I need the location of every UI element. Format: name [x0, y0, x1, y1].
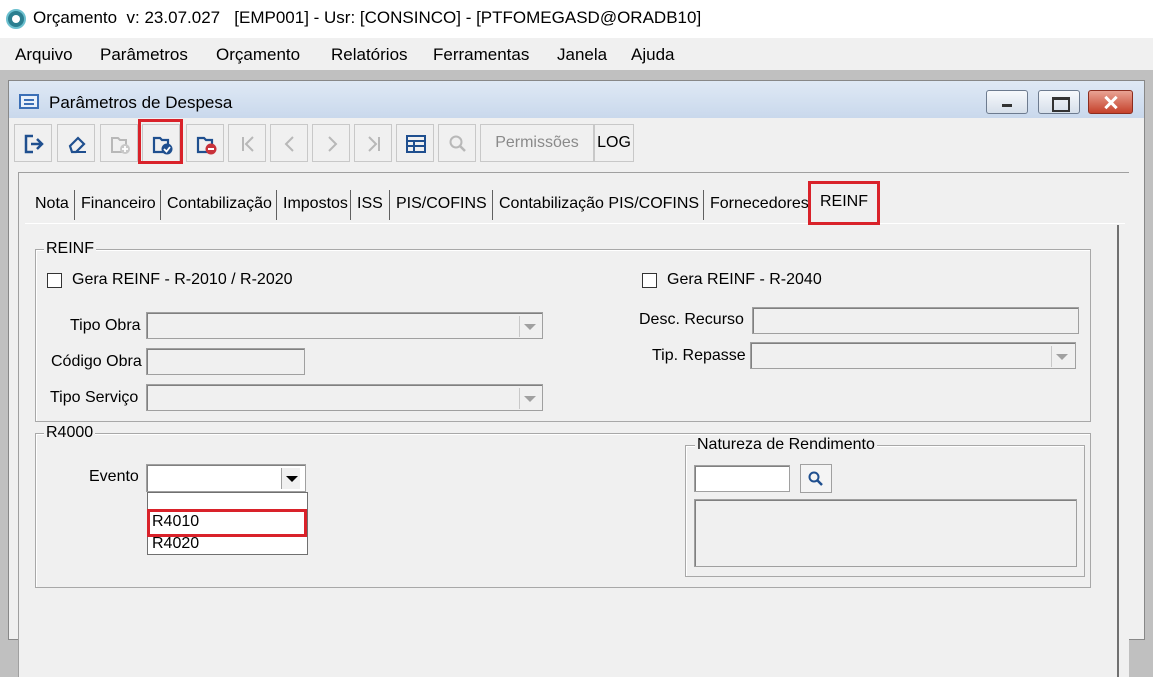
evento-select[interactable]	[146, 464, 306, 492]
natureza-rendimento-label: Natureza de Rendimento	[695, 436, 877, 454]
exit-icon	[24, 134, 44, 154]
window-title: Parâmetros de Despesa	[49, 93, 233, 112]
next-record-button[interactable]	[312, 124, 350, 162]
tab-reinf[interactable]: REINF	[808, 181, 880, 225]
natureza-description-field	[694, 499, 1077, 567]
permissions-button[interactable]: Permissões	[480, 124, 594, 162]
r4000-group-label: R4000	[44, 424, 96, 442]
tab-pis-cofins[interactable]: PIS/COFINS	[393, 190, 493, 220]
clear-button[interactable]	[57, 124, 95, 162]
gera-reinf-r2010-label: Gera REINF - R-2010 / R-2020	[72, 271, 293, 288]
maximize-button[interactable]	[1038, 90, 1080, 114]
gera-reinf-r2010-checkbox[interactable]	[47, 273, 62, 288]
grid-icon	[406, 135, 426, 153]
tipo-obra-select[interactable]	[146, 312, 543, 339]
search-icon	[449, 135, 466, 152]
desc-recurso-input[interactable]	[752, 307, 1079, 334]
previous-record-icon	[284, 136, 294, 152]
save-button-highlight	[138, 119, 183, 164]
exit-button[interactable]	[14, 124, 52, 162]
tip-repasse-select[interactable]	[750, 342, 1076, 369]
tipo-servico-select[interactable]	[146, 384, 543, 411]
chevron-down-icon	[519, 316, 538, 337]
window-icon	[19, 94, 39, 109]
search-icon	[808, 471, 823, 486]
gera-reinf-r2040-checkbox[interactable]	[642, 273, 657, 288]
menu-janela[interactable]: Janela	[557, 45, 607, 65]
close-button[interactable]	[1088, 90, 1133, 114]
delete-folder-icon	[196, 136, 217, 155]
menu-ferramentas[interactable]: Ferramentas	[433, 45, 529, 65]
eraser-icon	[68, 136, 86, 154]
minimize-button[interactable]	[986, 90, 1028, 114]
first-record-icon	[242, 136, 254, 152]
tab-impostos[interactable]: Impostos	[280, 190, 351, 220]
r4010-option-highlight	[147, 509, 307, 537]
menu-bar: Arquivo Parâmetros Orçamento Relatórios …	[0, 38, 1153, 70]
tab-financeiro[interactable]: Financeiro	[78, 190, 161, 220]
delete-button[interactable]	[186, 124, 224, 162]
tipo-obra-label: Tipo Obra	[70, 317, 141, 334]
tip-repasse-label: Tip. Repasse	[652, 347, 746, 364]
search-button[interactable]	[438, 124, 476, 162]
menu-relatorios[interactable]: Relatórios	[331, 45, 408, 65]
reinf-group-label: REINF	[44, 240, 96, 258]
previous-record-button[interactable]	[270, 124, 308, 162]
app-title-bar: Orçamento v: 23.07.027 [EMP001] - Usr: […	[0, 0, 1153, 38]
natureza-search-button[interactable]	[800, 464, 832, 493]
menu-parametros[interactable]: Parâmetros	[100, 45, 188, 65]
chevron-down-icon	[519, 388, 538, 409]
evento-label: Evento	[89, 468, 139, 485]
natureza-code-input[interactable]	[694, 465, 790, 492]
menu-ajuda[interactable]: Ajuda	[631, 45, 674, 65]
evento-option-r4020[interactable]: R4020	[152, 535, 199, 553]
log-button[interactable]: LOG	[594, 124, 634, 162]
tab-fornecedores[interactable]: Fornecedores	[707, 190, 811, 220]
chevron-down-icon	[1051, 346, 1070, 367]
add-button[interactable]	[100, 124, 138, 162]
tab-contabilizacao-pis-cofins[interactable]: Contabilização PIS/COFINS	[496, 190, 704, 220]
app-title: Orçamento v: 23.07.027 [EMP001] - Usr: […	[33, 8, 702, 27]
menu-orcamento[interactable]: Orçamento	[216, 45, 300, 65]
app-logo-icon	[6, 9, 26, 29]
next-record-icon	[328, 136, 338, 152]
gera-reinf-r2040-label: Gera REINF - R-2040	[667, 271, 822, 288]
tab-iss[interactable]: ISS	[354, 190, 390, 220]
chevron-down-icon[interactable]	[281, 468, 300, 489]
codigo-obra-label: Código Obra	[51, 353, 142, 370]
toolbar: Permissões LOG	[14, 124, 634, 164]
codigo-obra-input[interactable]	[146, 348, 305, 375]
grid-button[interactable]	[396, 124, 434, 162]
last-record-button[interactable]	[354, 124, 392, 162]
window-title-bar[interactable]: Parâmetros de Despesa	[9, 81, 1144, 118]
first-record-button[interactable]	[228, 124, 266, 162]
tab-contabilizacao[interactable]: Contabilização	[164, 190, 277, 220]
tipo-servico-label: Tipo Serviço	[50, 389, 139, 406]
desc-recurso-label: Desc. Recurso	[639, 311, 744, 328]
add-folder-icon	[111, 137, 130, 154]
menu-arquivo[interactable]: Arquivo	[15, 45, 73, 65]
last-record-icon	[368, 136, 380, 152]
tab-page-border	[1117, 225, 1125, 677]
tab-nota[interactable]: Nota	[32, 190, 75, 220]
